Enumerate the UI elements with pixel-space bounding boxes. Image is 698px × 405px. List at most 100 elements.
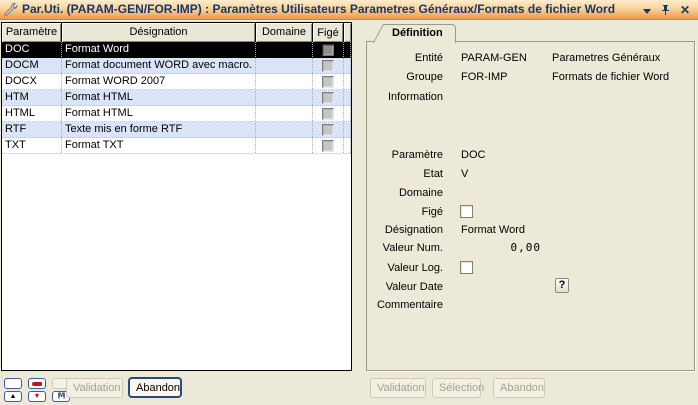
parameters-table: Paramètre Désignation Domaine Figé DOCFo… — [1, 22, 352, 371]
cell-filler — [344, 122, 351, 137]
cell-c1: Format document WORD avec macro. — [62, 58, 256, 73]
parameter-window: Par.Uti. (PARAM-GEN/FOR-IMP) : Paramètre… — [0, 0, 698, 405]
table-row[interactable]: TXTFormat TXT — [2, 138, 351, 154]
fige-grid-checkbox — [322, 92, 334, 104]
table-row[interactable]: DOCFormat Word — [2, 42, 351, 58]
fige-grid-checkbox — [322, 76, 334, 88]
groupe-value: FOR-IMP — [461, 69, 507, 85]
cell-filler — [344, 58, 351, 73]
groupe-label: Groupe — [371, 69, 443, 85]
cell-c0: HTML — [2, 106, 62, 121]
designation-value: Format Word — [461, 222, 525, 238]
entite-description: Parametres Généraux — [552, 50, 660, 66]
valeur-num-label: Valeur Num. — [371, 240, 443, 256]
fige-grid-checkbox — [322, 108, 334, 120]
cell-fige — [313, 74, 344, 89]
cell-c1: Format HTML — [62, 90, 256, 105]
table-header: Paramètre Désignation Domaine Figé — [2, 23, 351, 42]
window-title: Par.Uti. (PARAM-GEN/FOR-IMP) : Paramètre… — [22, 2, 615, 16]
commentaire-label: Commentaire — [371, 297, 443, 313]
abandon-left-button[interactable]: Abandon — [128, 377, 182, 398]
column-header-designation[interactable]: Désignation — [62, 23, 256, 42]
cell-filler — [344, 42, 351, 57]
cell-fige — [313, 106, 344, 121]
fige-label: Figé — [371, 204, 443, 220]
fige-grid-checkbox — [322, 44, 334, 56]
selection-button[interactable]: Sélection — [432, 378, 481, 398]
tab-label: Définition — [392, 27, 443, 39]
cell-c2 — [256, 122, 313, 137]
cell-c1: Format Word — [62, 42, 256, 57]
parametre-label: Paramètre — [371, 147, 443, 163]
etat-value: V — [461, 166, 468, 182]
cell-c1: Format WORD 2007 — [62, 74, 256, 89]
column-header-filler — [344, 23, 351, 42]
grid-body: DOCFormat WordDOCMFormat document WORD a… — [2, 42, 351, 154]
pin-icon[interactable] — [661, 4, 670, 16]
valeur-date-help-button[interactable]: ? — [555, 278, 569, 293]
valeur-num-value: 0,00 — [461, 240, 541, 256]
cell-fige — [313, 138, 344, 153]
nav-line-up-button[interactable]: ▲ — [4, 391, 22, 402]
cell-c2 — [256, 138, 313, 153]
cell-c0: HTM — [2, 90, 62, 105]
domaine-label: Domaine — [371, 185, 443, 201]
table-row[interactable]: HTMFormat HTML — [2, 90, 351, 106]
tab-definition[interactable]: Définition — [384, 24, 456, 43]
cell-filler — [344, 90, 351, 105]
table-row[interactable]: DOCMFormat document WORD avec macro. — [2, 58, 351, 74]
definition-panel: Entité PARAM-GEN Parametres Généraux Gro… — [366, 41, 695, 371]
valeur-log-checkbox[interactable] — [460, 261, 473, 274]
nav-blank-button[interactable] — [4, 378, 22, 389]
cell-c2 — [256, 42, 313, 57]
cell-c1: Format HTML — [62, 106, 256, 121]
entite-label: Entité — [371, 50, 443, 66]
cell-c1: Texte mis en forme RTF — [62, 122, 256, 137]
close-icon[interactable]: ✕ — [680, 5, 690, 16]
cell-c0: DOCX — [2, 74, 62, 89]
cell-c0: TXT — [2, 138, 62, 153]
table-row[interactable]: DOCXFormat WORD 2007 — [2, 74, 351, 90]
wrench-icon — [3, 2, 18, 17]
cell-c2 — [256, 106, 313, 121]
cell-fige — [313, 122, 344, 137]
groupe-description: Formats de fichier Word — [552, 69, 669, 85]
cell-fige — [313, 90, 344, 105]
cell-fige — [313, 42, 344, 57]
cell-filler — [344, 138, 351, 153]
window-menu-chevron-down-icon[interactable] — [643, 9, 651, 14]
cell-fige — [313, 58, 344, 73]
valeur-date-label: Valeur Date — [371, 279, 443, 295]
fige-grid-checkbox — [322, 140, 334, 152]
etat-label: Etat — [371, 166, 443, 182]
column-header-domaine[interactable]: Domaine — [256, 23, 313, 42]
information-label: Information — [371, 89, 443, 105]
valeur-log-label: Valeur Log. — [371, 260, 443, 276]
nav-line-down-button[interactable]: ▼ — [28, 391, 46, 402]
cell-c0: DOCM — [2, 58, 62, 73]
parametre-value: DOC — [461, 147, 485, 163]
cell-c2 — [256, 90, 313, 105]
cell-c1: Format TXT — [62, 138, 256, 153]
cell-c2 — [256, 58, 313, 73]
entite-value: PARAM-GEN — [461, 50, 527, 66]
grid-nav-buttons: ▲▼[M] — [4, 378, 70, 402]
column-header-parametre[interactable]: Paramètre — [2, 23, 62, 42]
cell-filler — [344, 74, 351, 89]
validation-left-button[interactable]: Validation — [66, 378, 123, 398]
cell-filler — [344, 106, 351, 121]
fige-grid-checkbox — [322, 60, 334, 72]
nav-current-line-button[interactable] — [28, 378, 46, 389]
table-row[interactable]: RTFTexte mis en forme RTF — [2, 122, 351, 138]
designation-label: Désignation — [371, 222, 443, 238]
abandon-right-button[interactable]: Abandon — [493, 378, 545, 398]
fige-checkbox[interactable] — [460, 205, 473, 218]
cell-c0: RTF — [2, 122, 62, 137]
table-row[interactable]: HTMLFormat HTML — [2, 106, 351, 122]
column-header-fige[interactable]: Figé — [313, 23, 344, 42]
cell-c0: DOC — [2, 42, 62, 57]
titlebar: Par.Uti. (PARAM-GEN/FOR-IMP) : Paramètre… — [0, 0, 698, 20]
validation-right-button[interactable]: Validation — [370, 378, 426, 398]
fige-grid-checkbox — [322, 124, 334, 136]
cell-c2 — [256, 74, 313, 89]
